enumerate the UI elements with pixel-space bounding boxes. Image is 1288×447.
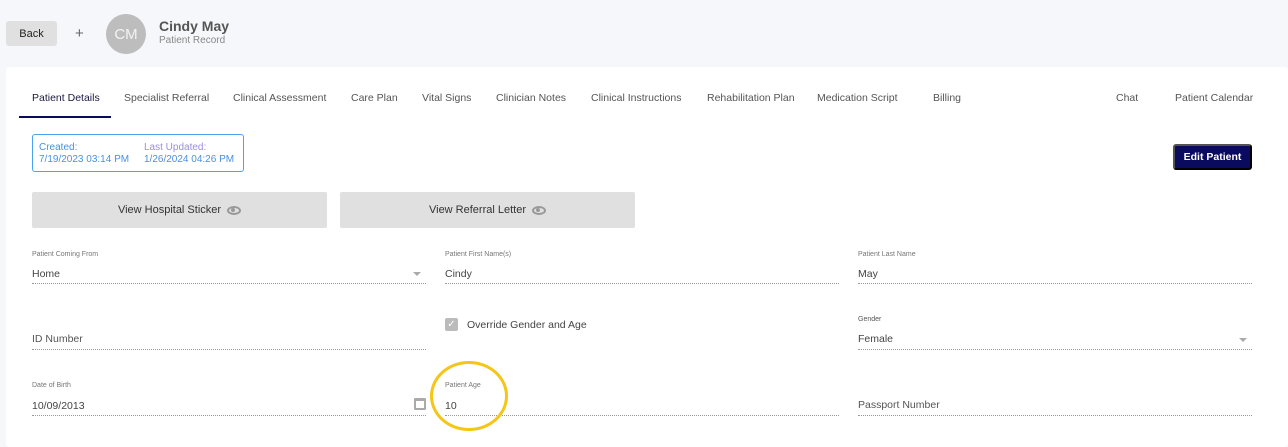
- tab-vital-signs[interactable]: Vital Signs: [422, 92, 471, 104]
- field-underline: [32, 349, 426, 350]
- coming-from-label: Patient Coming From: [32, 251, 99, 258]
- active-tab-indicator: [19, 116, 111, 118]
- field-underline: [445, 415, 839, 416]
- field-underline: [32, 415, 426, 416]
- tab-rehabilitation-plan[interactable]: Rehabilitation Plan: [707, 92, 795, 104]
- page-subtitle: Patient Record: [159, 35, 226, 46]
- tab-clinical-instructions[interactable]: Clinical Instructions: [591, 92, 681, 104]
- dob-label: Date of Birth: [32, 382, 71, 389]
- updated-value: 1/26/2024 04:26 PM: [144, 154, 235, 165]
- override-checkbox[interactable]: ✓: [445, 318, 458, 331]
- tab-clinical-assessment[interactable]: Clinical Assessment: [233, 92, 326, 104]
- id-number-input[interactable]: ID Number: [32, 333, 83, 345]
- tab-billing[interactable]: Billing: [933, 92, 961, 104]
- highlight-circle: [430, 361, 508, 431]
- updated-label: Last Updated:: [144, 142, 207, 153]
- avatar: CM: [106, 14, 146, 54]
- calendar-icon[interactable]: [414, 398, 426, 410]
- chevron-down-icon[interactable]: [1239, 338, 1247, 342]
- patient-name: Cindy May: [159, 18, 230, 34]
- coming-from-select[interactable]: Home: [32, 268, 60, 280]
- tab-patient-calendar[interactable]: Patient Calendar: [1175, 92, 1253, 104]
- view-hospital-sticker-button[interactable]: View Hospital Sticker: [32, 192, 327, 228]
- field-underline: [445, 283, 839, 284]
- tab-chat[interactable]: Chat: [1116, 92, 1138, 104]
- passport-input[interactable]: Passport Number: [858, 399, 940, 411]
- first-name-input[interactable]: Cindy: [445, 268, 472, 280]
- gender-label: Gender: [858, 316, 882, 323]
- patient-card: [6, 67, 1288, 447]
- tab-specialist-referral[interactable]: Specialist Referral: [124, 92, 209, 104]
- sticker-label: View Hospital Sticker: [117, 204, 222, 216]
- back-button[interactable]: Back: [6, 21, 57, 46]
- referral-label: View Referral Letter: [428, 204, 526, 216]
- edit-patient-button[interactable]: Edit Patient: [1173, 144, 1252, 170]
- created-label: Created:: [39, 142, 78, 153]
- gender-select[interactable]: Female: [858, 333, 893, 345]
- field-underline: [858, 283, 1252, 284]
- tab-clinician-notes[interactable]: Clinician Notes: [496, 92, 566, 104]
- last-name-label: Patient Last Name: [858, 251, 916, 258]
- override-label: Override Gender and Age: [467, 319, 587, 331]
- created-value: 7/19/2023 03:14 PM: [39, 154, 130, 165]
- first-name-label: Patient First Name(s): [445, 251, 512, 258]
- field-underline: [32, 283, 426, 284]
- tab-care-plan[interactable]: Care Plan: [351, 92, 398, 104]
- dob-input[interactable]: 10/09/2013: [32, 400, 85, 412]
- add-icon[interactable]: +: [75, 25, 84, 42]
- chevron-down-icon[interactable]: [413, 272, 421, 276]
- eye-icon: [532, 205, 546, 215]
- tab-patient-details[interactable]: Patient Details: [32, 92, 100, 104]
- view-referral-letter-button[interactable]: View Referral Letter: [340, 192, 635, 228]
- eye-icon: [227, 205, 242, 215]
- last-name-input[interactable]: May: [858, 268, 878, 280]
- record-dates: Created: 7/19/2023 03:14 PM Last Updated…: [32, 134, 244, 172]
- tab-medication-script[interactable]: Medication Script: [817, 92, 898, 104]
- field-underline: [858, 415, 1252, 416]
- field-underline: [858, 349, 1252, 350]
